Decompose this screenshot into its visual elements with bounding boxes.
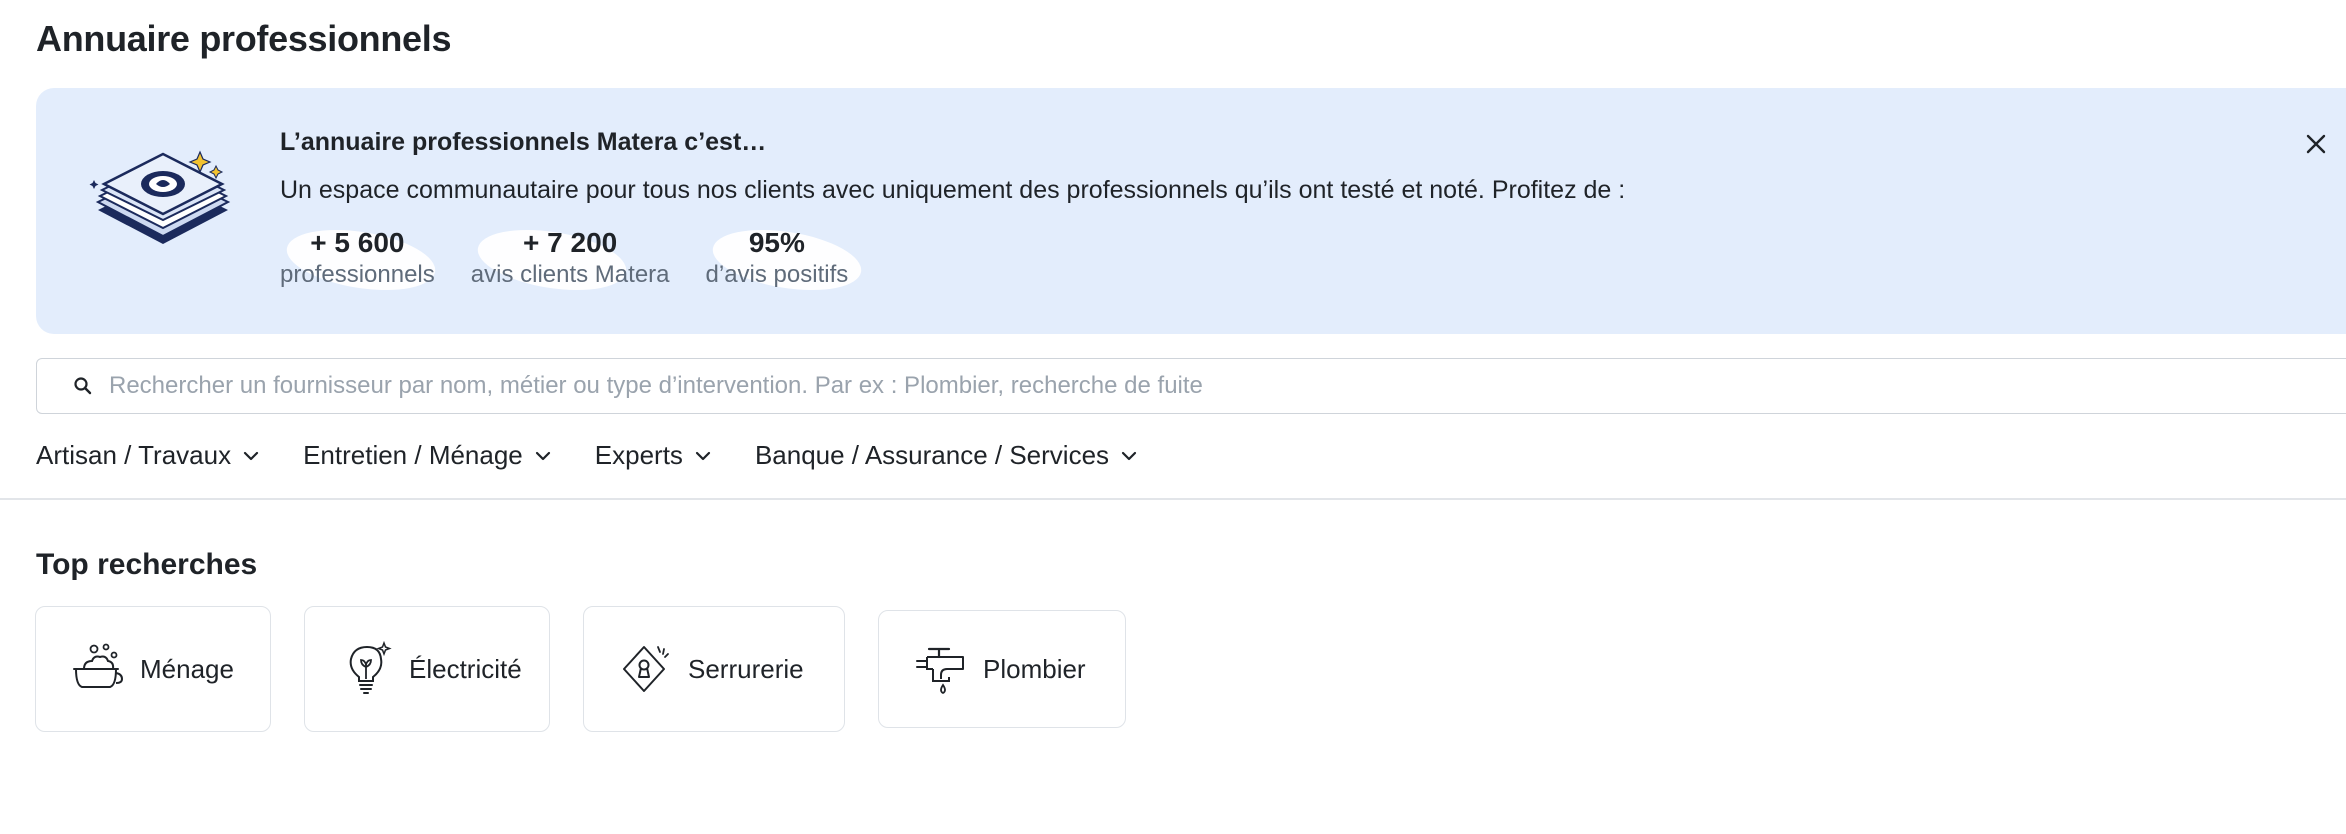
light-bulb-icon xyxy=(349,641,392,694)
category-nav: Artisan / Travaux Entretien / Ménage Exp… xyxy=(36,440,1137,471)
cleaning-bucket-icon xyxy=(73,643,124,688)
page-title: Annuaire professionnels xyxy=(36,18,452,59)
top-search-label: Plombier xyxy=(983,653,1086,684)
banner-title: L’annuaire professionnels Matera c’est… xyxy=(280,128,767,156)
category-label: Experts xyxy=(594,440,683,470)
top-search-label: Ménage xyxy=(140,653,234,684)
stat-value: 95% xyxy=(748,227,805,258)
chevron-down-icon xyxy=(695,451,711,460)
directory-book-illustration xyxy=(89,150,231,244)
keyhole-icon xyxy=(623,646,669,692)
category-label: Artisan / Travaux xyxy=(36,440,232,470)
stat-value: + 5 600 xyxy=(310,227,405,258)
top-search-card-plombier[interactable]: Plombier xyxy=(878,610,1126,728)
close-icon xyxy=(2306,134,2326,154)
search-input[interactable] xyxy=(109,372,2346,400)
close-banner-button[interactable] xyxy=(2298,126,2334,162)
category-banque-assurance-services[interactable]: Banque / Assurance / Services xyxy=(755,440,1137,471)
top-search-card-electricite[interactable]: Électricité xyxy=(304,606,550,732)
banner-description: Un espace communautaire pour tous nos cl… xyxy=(280,176,1626,204)
category-label: Banque / Assurance / Services xyxy=(754,440,1110,470)
search-icon xyxy=(74,377,92,395)
stat-label: professionnels xyxy=(280,261,435,288)
stat-label: avis clients Matera xyxy=(470,261,670,288)
stat-label: d’avis positifs xyxy=(705,261,849,288)
water-tap-icon xyxy=(916,647,964,695)
search-box[interactable] xyxy=(36,358,2346,414)
info-banner: L’annuaire professionnels Matera c’est… … xyxy=(36,88,2346,334)
chevron-down-icon xyxy=(1121,451,1137,460)
top-search-card-menage[interactable]: Ménage xyxy=(35,606,271,732)
divider xyxy=(0,498,2346,500)
stat-reviews: + 7 200 avis clients Matera xyxy=(470,220,670,300)
category-artisan-travaux[interactable]: Artisan / Travaux xyxy=(36,440,259,471)
stat-professionals: + 5 600 professionnels xyxy=(280,220,440,300)
top-search-label: Serrurerie xyxy=(688,653,804,684)
top-search-card-serrurerie[interactable]: Serrurerie xyxy=(583,606,845,732)
banner-stats: + 5 600 professionnels + 7 200 avis clie… xyxy=(280,220,865,300)
category-label: Entretien / Ménage xyxy=(303,440,523,470)
top-search-label: Électricité xyxy=(409,653,522,684)
category-experts[interactable]: Experts xyxy=(595,440,711,471)
top-searches-title: Top recherches xyxy=(36,548,258,581)
stat-positive-reviews: 95% d’avis positifs xyxy=(705,220,865,300)
category-entretien-menage[interactable]: Entretien / Ménage xyxy=(303,440,551,471)
chevron-down-icon xyxy=(243,451,259,460)
chevron-down-icon xyxy=(535,451,550,460)
stat-value: + 7 200 xyxy=(523,227,618,258)
